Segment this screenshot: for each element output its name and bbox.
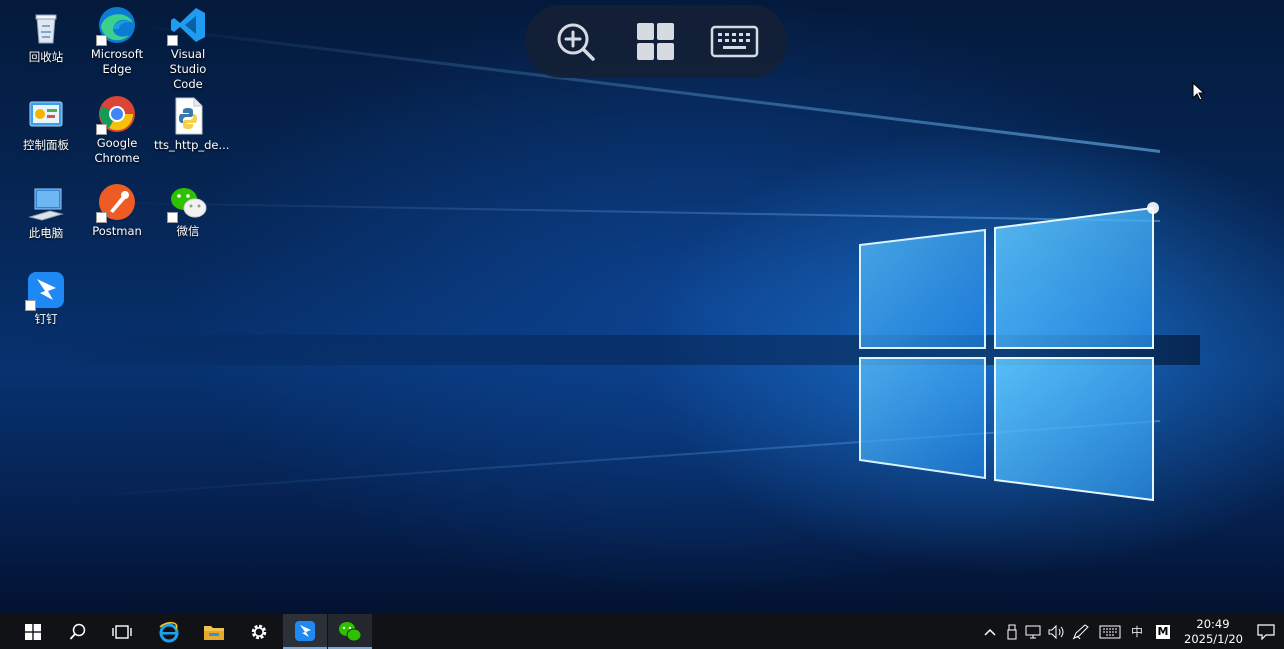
- pen-icon: [1072, 623, 1089, 639]
- desktop-icon-dingtalk[interactable]: 钉钉: [12, 270, 80, 327]
- ime-app-button[interactable]: M: [1152, 614, 1174, 649]
- clock-time: 20:49: [1196, 617, 1230, 631]
- internet-explorer-icon: [159, 621, 179, 642]
- file-explorer-icon: [204, 625, 224, 640]
- taskbar-settings[interactable]: [237, 614, 281, 649]
- desktop-icon-python-file[interactable]: tts_http_de...: [154, 96, 230, 153]
- python-file-icon: [168, 96, 208, 136]
- desktop-icon-control-panel[interactable]: 控制面板: [12, 96, 80, 153]
- windows-logo-wallpaper: [859, 202, 1159, 502]
- settings-icon: [251, 624, 267, 639]
- action-center-button[interactable]: [1252, 614, 1280, 649]
- edge-icon: [96, 5, 137, 46]
- vscode-icon: [167, 5, 208, 46]
- chevron-up-icon: [984, 628, 996, 636]
- desktop: 回收站 Microsoft Edge Visual Studio Code 控制…: [0, 0, 1284, 614]
- network-icon: [1025, 625, 1041, 638]
- desktop-icon-label: 此电脑: [28, 226, 64, 240]
- wechat-icon: [339, 621, 362, 641]
- ime-app-label: M: [1156, 624, 1170, 639]
- desktop-icon-label: Visual Studio Code: [169, 47, 207, 91]
- usb-device-icon: [1007, 624, 1017, 639]
- shortcut-arrow-icon: [167, 35, 178, 46]
- logo-pane-bottom-right: [994, 357, 1154, 502]
- windows-key-button[interactable]: [634, 21, 678, 63]
- desktop-icon-label: 微信: [176, 224, 200, 238]
- desktop-icon-visual-studio-code[interactable]: Visual Studio Code: [154, 5, 222, 92]
- ime-mode-indicator[interactable]: 中: [1126, 614, 1148, 649]
- windows-icon: [637, 23, 674, 60]
- start-button[interactable]: [12, 614, 54, 649]
- taskbar-internet-explorer[interactable]: [147, 614, 191, 649]
- dingtalk-icon: [295, 620, 315, 641]
- volume-icon: [1048, 624, 1064, 639]
- pen-workspace-button[interactable]: [1070, 614, 1092, 649]
- keyboard-icon: [710, 25, 759, 58]
- taskbar: 中 M 20:49 2025/1/20: [0, 614, 1284, 649]
- taskbar-clock[interactable]: 20:49 2025/1/20: [1184, 617, 1243, 647]
- this-pc-icon: [26, 184, 66, 224]
- clock-date: 2025/1/20: [1184, 632, 1243, 646]
- zoom-in-button[interactable]: [554, 21, 598, 63]
- mouse-cursor-icon: [1192, 82, 1206, 101]
- desktop-icon-this-pc[interactable]: 此电脑: [12, 184, 80, 241]
- shortcut-arrow-icon: [96, 212, 107, 223]
- volume-tray-button[interactable]: [1046, 614, 1068, 649]
- chrome-icon: [96, 94, 137, 135]
- desktop-icon-label: tts_http_de...: [154, 138, 230, 152]
- wechat-icon: [167, 182, 208, 223]
- desktop-icon-microsoft-edge[interactable]: Microsoft Edge: [83, 5, 151, 77]
- desktop-icon-label: Microsoft Edge: [90, 47, 144, 76]
- shortcut-arrow-icon: [96, 124, 107, 135]
- keyboard-icon: [1099, 625, 1121, 638]
- network-tray-button[interactable]: [1023, 614, 1045, 649]
- desktop-icon-wechat[interactable]: 微信: [154, 182, 222, 239]
- logo-pane-bottom-left: [859, 357, 986, 480]
- touch-keyboard-button[interactable]: [1096, 614, 1124, 649]
- show-hidden-icons-button[interactable]: [980, 614, 1000, 649]
- desktop-icon-google-chrome[interactable]: Google Chrome: [83, 94, 151, 166]
- postman-icon: [96, 182, 137, 223]
- taskbar-dingtalk[interactable]: [283, 614, 327, 649]
- search-icon: [69, 623, 86, 640]
- keyboard-button[interactable]: [710, 21, 760, 63]
- recycle-bin-icon: [26, 8, 66, 48]
- control-panel-icon: [26, 96, 66, 136]
- notification-icon: [1257, 623, 1275, 640]
- dingtalk-icon: [25, 270, 66, 311]
- search-button[interactable]: [56, 614, 100, 649]
- task-view-button[interactable]: [100, 614, 144, 649]
- desktop-icon-label: 回收站: [28, 50, 64, 64]
- taskbar-file-explorer[interactable]: [192, 614, 236, 649]
- desktop-icon-postman[interactable]: Postman: [83, 182, 151, 239]
- shortcut-arrow-icon: [167, 212, 178, 223]
- start-icon: [25, 623, 41, 640]
- taskbar-wechat[interactable]: [328, 614, 372, 649]
- logo-pane-top-left: [859, 228, 986, 349]
- desktop-icon-label: Google Chrome: [94, 136, 140, 165]
- desktop-icon-label: Postman: [92, 224, 142, 238]
- shortcut-arrow-icon: [25, 300, 36, 311]
- usb-device-tray-button[interactable]: [1002, 614, 1022, 649]
- task-view-icon: [112, 624, 132, 639]
- remote-control-toolbar: [525, 5, 787, 78]
- desktop-icon-label: 钉钉: [34, 312, 58, 326]
- logo-pane-top-right: [994, 206, 1154, 349]
- zoom-in-icon: [557, 23, 595, 61]
- desktop-icon-recycle-bin[interactable]: 回收站: [12, 8, 80, 65]
- desktop-icon-label: 控制面板: [23, 138, 69, 152]
- logo-glow: [1147, 202, 1159, 214]
- shortcut-arrow-icon: [96, 35, 107, 46]
